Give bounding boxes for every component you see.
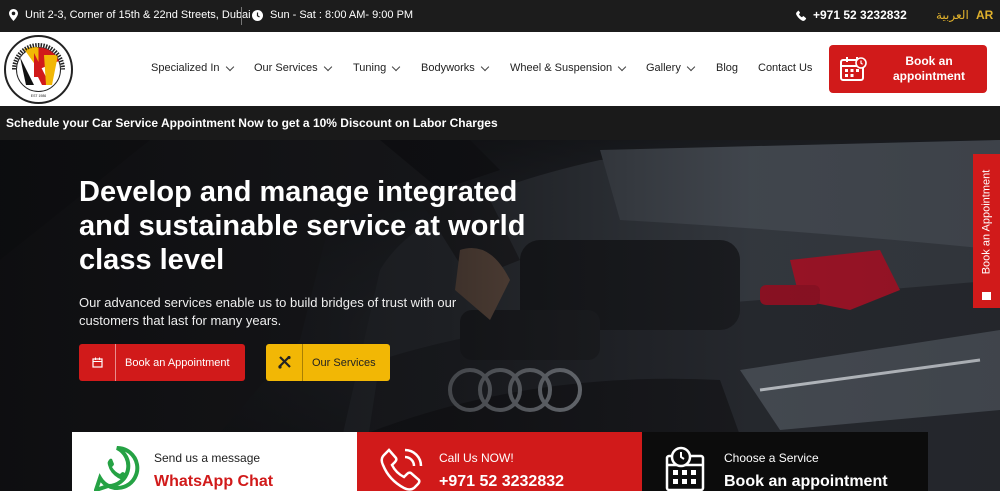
address-text: Unit 2-3, Corner of 15th & 22nd Streets,… (25, 9, 251, 21)
nav-label: Our Services (254, 62, 318, 74)
hero-book-label: Book an Appointment (125, 356, 230, 369)
phone-text: +971 52 3232832 (813, 8, 907, 22)
hero-services-icon-box (266, 344, 303, 381)
phone-ringing-icon (380, 448, 423, 491)
hero-our-services-button[interactable]: Our Services (266, 344, 390, 381)
calendar-icon (91, 357, 103, 368)
address: Unit 2-3, Corner of 15th & 22nd Streets,… (9, 9, 251, 21)
chevron-down-icon (391, 62, 401, 71)
book-line2: appointment (893, 69, 965, 83)
nav-label: Specialized In (151, 62, 220, 74)
whatsapp-card[interactable]: Send us a message WhatsApp Chat (72, 432, 357, 491)
whatsapp-big-text: WhatsApp Chat (154, 473, 274, 490)
hours-text: Sun - Sat : 8:00 AM- 9:00 PM (270, 9, 414, 21)
nav-item-blog[interactable]: Blog (716, 62, 738, 74)
site-header: EST 1986 Specialized In Our Services Tun… (0, 32, 1000, 106)
nav-item-tuning[interactable]: Tuning (353, 62, 401, 74)
hero-services-label: Our Services (312, 356, 376, 369)
nav-item-gallery[interactable]: Gallery (646, 62, 696, 74)
hero-headline: Develop and manage integrated and sustai… (79, 176, 526, 276)
nav-label: Blog (716, 62, 739, 74)
header-book-appointment-button[interactable]: Book an appointment (829, 45, 987, 93)
phone-link[interactable]: +971 52 3232832 (796, 8, 907, 22)
service-big-text: Book an appointment (724, 473, 888, 490)
nav-item-contact-us[interactable]: Contact Us (758, 62, 812, 74)
phone-icon (796, 9, 807, 21)
nav-label: Wheel & Suspension (510, 62, 613, 74)
book-line1: Book an (905, 54, 953, 68)
promo-banner: Schedule your Car Service Appointment No… (0, 106, 1000, 140)
side-book-appointment-tab[interactable]: Book an Appointment (973, 154, 1000, 308)
service-small-text: Choose a Service (724, 451, 819, 465)
whatsapp-icon (94, 446, 140, 491)
nav-item-our-services[interactable]: Our Services (254, 62, 332, 74)
calendar-clock-icon (665, 446, 705, 491)
book-service-card[interactable]: Choose a Service Book an appointment (642, 432, 928, 491)
nav-item-specialized-in[interactable]: Specialized In (151, 62, 234, 74)
hero-book-appointment-button[interactable]: Book an Appointment (79, 344, 245, 381)
header-book-label: Book an appointment (887, 54, 971, 84)
hero-subtext: Our advanced services enable us to build… (79, 295, 457, 328)
hero-book-icon-box (79, 344, 116, 381)
language-arabic-link[interactable]: العربية (936, 8, 969, 22)
whatsapp-small-text: Send us a message (154, 451, 261, 465)
opening-hours: Sun - Sat : 8:00 AM- 9:00 PM (252, 9, 413, 21)
logo-est-text: EST 1986 (31, 94, 47, 98)
chevron-down-icon (617, 62, 627, 71)
nav-label: Tuning (353, 62, 387, 74)
language-ar-code[interactable]: AR (976, 8, 993, 22)
promo-text: Schedule your Car Service Appointment No… (6, 116, 498, 130)
call-big-text: +971 52 3232832 (439, 473, 565, 490)
location-pin-icon (9, 9, 18, 21)
chevron-down-icon (686, 62, 696, 71)
chevron-down-icon (480, 62, 490, 71)
nav-label: Gallery (646, 62, 681, 74)
divider (241, 7, 242, 25)
nav-label: Contact Us (758, 62, 813, 74)
chevron-down-icon (225, 62, 234, 71)
top-bar: Unit 2-3, Corner of 15th & 22nd Streets,… (0, 0, 1000, 32)
nav-item-bodyworks[interactable]: Bodyworks (421, 62, 490, 74)
clock-icon (252, 9, 263, 21)
call-card[interactable]: Call Us NOW! +971 52 3232832 (357, 432, 642, 491)
nav-item-wheel-suspension[interactable]: Wheel & Suspension (510, 62, 627, 74)
nav-label: Bodyworks (421, 62, 475, 74)
call-small-text: Call Us NOW! (439, 451, 514, 465)
chevron-down-icon (323, 62, 332, 71)
calendar-icon (982, 292, 991, 300)
logo[interactable]: EST 1986 (4, 35, 73, 104)
side-tab-label: Book an Appointment (980, 169, 993, 275)
calendar-icon (840, 57, 867, 81)
tools-icon (277, 356, 291, 369)
